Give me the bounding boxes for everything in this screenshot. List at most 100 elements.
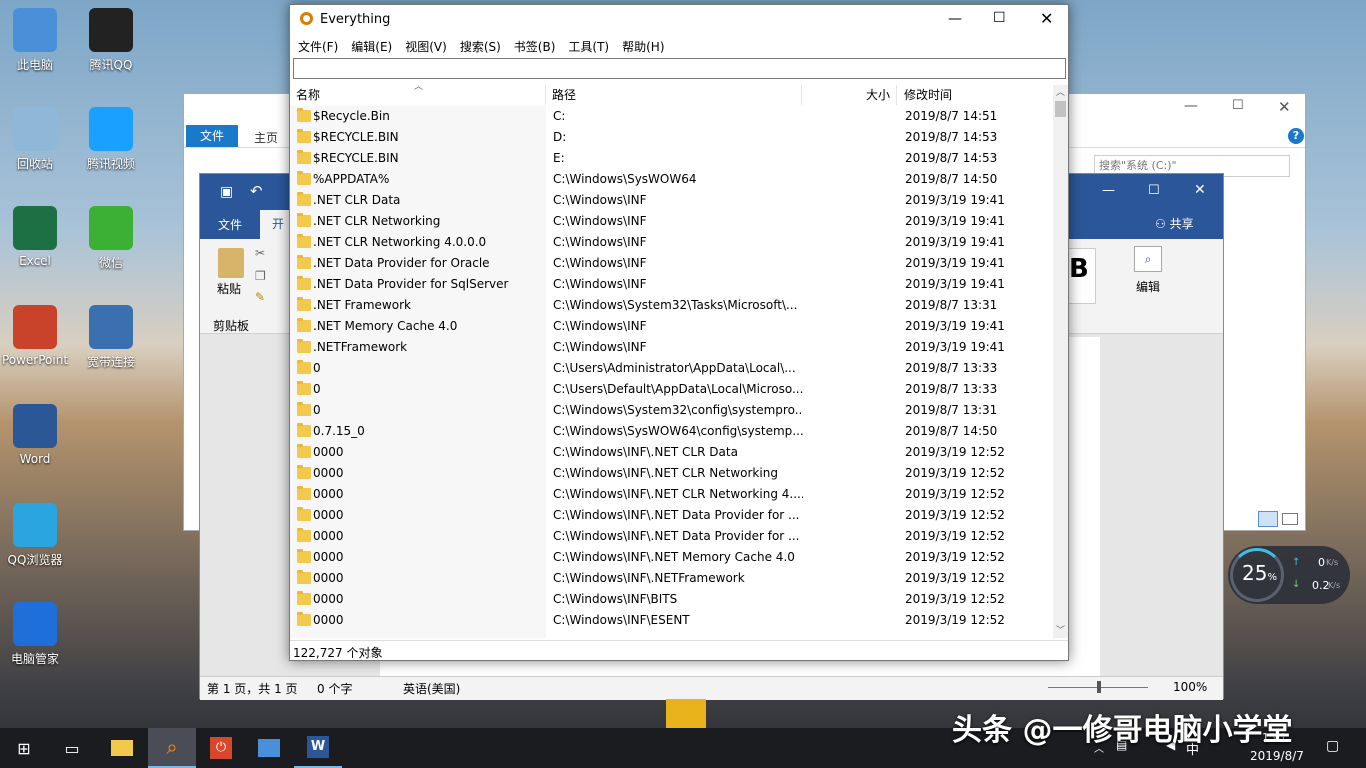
column-size[interactable]: 大小 <box>802 85 897 105</box>
result-row[interactable]: $RECYCLE.BIN E: 2019/8/7 14:53 <box>290 148 1052 169</box>
explorer-tab-file[interactable]: 文件 <box>186 125 238 147</box>
row-name: 0000 <box>313 550 344 564</box>
scrollbar-thumb[interactable] <box>1055 101 1066 117</box>
view-details-icon[interactable] <box>1258 511 1278 527</box>
word-minimize-button[interactable]: — <box>1102 183 1115 198</box>
explorer-tab-home[interactable]: 主页 <box>254 129 278 146</box>
result-row[interactable]: 0000 C:\Windows\INF\.NET CLR Data 2019/3/1… <box>290 442 1052 463</box>
desktop-icon[interactable]: QQ浏览器 <box>0 503 70 568</box>
vertical-scrollbar[interactable]: ︿ ﹀ <box>1053 85 1068 638</box>
menu-item[interactable]: 文件(F) <box>298 40 338 54</box>
close-button[interactable]: ✕ <box>1040 9 1053 28</box>
copy-icon[interactable]: ❐ <box>255 269 266 283</box>
menu-item[interactable]: 搜索(S) <box>460 40 501 54</box>
menu-item[interactable]: 工具(T) <box>568 40 609 54</box>
menu-item[interactable]: 帮助(H) <box>622 40 664 54</box>
view-tiles-icon[interactable] <box>1282 513 1298 525</box>
start-button[interactable]: ⊞ <box>0 728 48 768</box>
result-row[interactable]: 0000 C:\Windows\INF\.NETFramework 2019/3/1… <box>290 568 1052 589</box>
column-path[interactable]: 路径 <box>552 85 802 105</box>
cut-icon[interactable]: ✂ <box>255 246 265 260</box>
app-icon <box>258 739 280 757</box>
search-icon[interactable]: ⌕ <box>1134 246 1162 272</box>
result-row[interactable]: .NET Framework C:\Windows\System32\Tasks\… <box>290 295 1052 316</box>
desktop-icon[interactable]: 腾讯QQ <box>76 8 146 73</box>
minimize-button[interactable]: — <box>1184 98 1198 114</box>
word-icon <box>13 404 57 448</box>
word-maximize-button[interactable]: ☐ <box>1148 183 1160 198</box>
result-row[interactable]: 0000 C:\Windows\INF\.NET Data Provider fo… <box>290 505 1052 526</box>
row-name: .NET CLR Networking <box>313 214 441 228</box>
word-tab-start[interactable]: 开始 <box>260 210 290 239</box>
row-path: E: <box>553 151 565 165</box>
word-tab-file[interactable]: 文件 <box>218 216 242 233</box>
desktop-icon[interactable]: 回收站 <box>0 107 70 172</box>
zoom-level[interactable]: 100% <box>1173 680 1207 694</box>
result-row[interactable]: .NET CLR Networking C:\Windows\INF 2019/3/… <box>290 211 1052 232</box>
result-row[interactable]: .NET Memory Cache 4.0 C:\Windows\INF 2019/… <box>290 316 1052 337</box>
result-row[interactable]: 0 C:\Users\Administrator\AppData\Local\..… <box>290 358 1052 379</box>
page-count[interactable]: 第 1 页，共 1 页 <box>207 680 298 697</box>
taskbar-app[interactable] <box>245 728 293 768</box>
scroll-down-icon[interactable]: ﹀ <box>1056 623 1065 636</box>
folder-icon <box>297 570 311 584</box>
taskbar-power-app[interactable]: ⏻ <box>197 728 245 768</box>
desktop-icon[interactable]: 此电脑 <box>0 8 70 73</box>
minimize-button[interactable]: — <box>948 11 962 27</box>
desktop-icon[interactable]: 电脑管家 <box>0 602 70 667</box>
result-row[interactable]: 0000 C:\Windows\INF\ESENT 2019/3/19 12:52 <box>290 610 1052 631</box>
row-path: C:\Users\Administrator\AppData\Local\... <box>553 361 796 375</box>
result-row[interactable]: .NET CLR Networking 4.0.0.0 C:\Windows\IN… <box>290 232 1052 253</box>
word-count[interactable]: 0 个字 <box>317 680 352 697</box>
share-button[interactable]: ⚇ 共享 <box>1155 215 1194 232</box>
desktop-icon[interactable]: 腾讯视频 <box>76 107 146 172</box>
network-monitor-widget[interactable]: 25% ↑ 0 K/s ↓ 0.2 K/s <box>1228 546 1350 604</box>
action-center-icon[interactable]: ▢ <box>1326 738 1339 754</box>
word-close-button[interactable]: ✕ <box>1194 182 1206 198</box>
edit-label[interactable]: 编辑 <box>1136 278 1160 295</box>
desktop-icon[interactable]: 宽带连接 <box>76 305 146 370</box>
result-row[interactable]: %APPDATA% C:\Windows\SysWOW64 2019/8/7 14:… <box>290 169 1052 190</box>
task-view-button[interactable]: ▭ <box>48 728 96 768</box>
clock-date[interactable]: 2019/8/7 <box>1250 749 1304 763</box>
scroll-up-icon[interactable]: ︿ <box>1056 85 1065 98</box>
desktop-icon[interactable]: PowerPoint <box>0 305 70 367</box>
desktop-icon[interactable]: Excel <box>0 206 70 268</box>
undo-icon[interactable]: ↶ <box>250 182 263 200</box>
result-row[interactable]: 0 C:\Windows\System32\config\systempro...… <box>290 400 1052 421</box>
result-row[interactable]: 0.7.15_0 C:\Windows\SysWOW64\config\syste… <box>290 421 1052 442</box>
taskbar-everything[interactable]: ⌕ <box>148 728 196 768</box>
menu-item[interactable]: 视图(V) <box>405 40 447 54</box>
zoom-thumb[interactable] <box>1097 681 1101 693</box>
menu-item[interactable]: 书签(B) <box>514 40 556 54</box>
close-button[interactable]: ✕ <box>1278 98 1291 116</box>
result-row[interactable]: $Recycle.Bin C: 2019/8/7 14:51 <box>290 106 1052 127</box>
everything-window[interactable]: Everything — ☐ ✕ 文件(F) 编辑(E) 视图(V) 搜索(S) 书签(… <box>289 4 1069 661</box>
taskbar-word[interactable]: W <box>294 728 342 768</box>
format-painter-icon[interactable]: ✎ <box>255 290 265 304</box>
taskbar-explorer[interactable] <box>98 728 146 768</box>
search-input[interactable] <box>293 58 1066 79</box>
desktop-icon[interactable]: 微信 <box>76 206 146 271</box>
result-row[interactable]: 0 C:\Users\Default\AppData\Local\Microso.… <box>290 379 1052 400</box>
column-modified[interactable]: 修改时间 <box>904 85 1052 105</box>
result-row[interactable]: 0000 C:\Windows\INF\BITS 2019/3/19 12:52 <box>290 589 1052 610</box>
result-row[interactable]: $RECYCLE.BIN D: 2019/8/7 14:53 <box>290 127 1052 148</box>
result-row[interactable]: .NET Data Provider for SqlServer C:\Windo… <box>290 274 1052 295</box>
result-row[interactable]: .NET Data Provider for Oracle C:\Windows\… <box>290 253 1052 274</box>
result-row[interactable]: .NETFramework C:\Windows\INF 2019/3/19 19:… <box>290 337 1052 358</box>
desktop-icon[interactable]: Word <box>0 404 70 466</box>
result-row[interactable]: .NET CLR Data C:\Windows\INF 2019/3/19 19:… <box>290 190 1052 211</box>
menu-item[interactable]: 编辑(E) <box>351 40 392 54</box>
result-row[interactable]: 0000 C:\Windows\INF\.NET Memory Cache 4.0… <box>290 547 1052 568</box>
result-row[interactable]: 0000 C:\Windows\INF\.NET CLR Networking 4… <box>290 484 1052 505</box>
help-icon[interactable]: ? <box>1288 128 1304 144</box>
paste-icon[interactable] <box>218 248 244 278</box>
save-icon[interactable]: ▣ <box>220 184 233 200</box>
row-modified: 2019/3/19 12:52 <box>905 508 1005 522</box>
language-status[interactable]: 英语(美国) <box>403 680 460 697</box>
maximize-button[interactable]: ☐ <box>1232 98 1244 113</box>
result-row[interactable]: 0000 C:\Windows\INF\.NET CLR Networking 20… <box>290 463 1052 484</box>
result-row[interactable]: 0000 C:\Windows\INF\.NET Data Provider fo… <box>290 526 1052 547</box>
maximize-button[interactable]: ☐ <box>993 10 1006 26</box>
